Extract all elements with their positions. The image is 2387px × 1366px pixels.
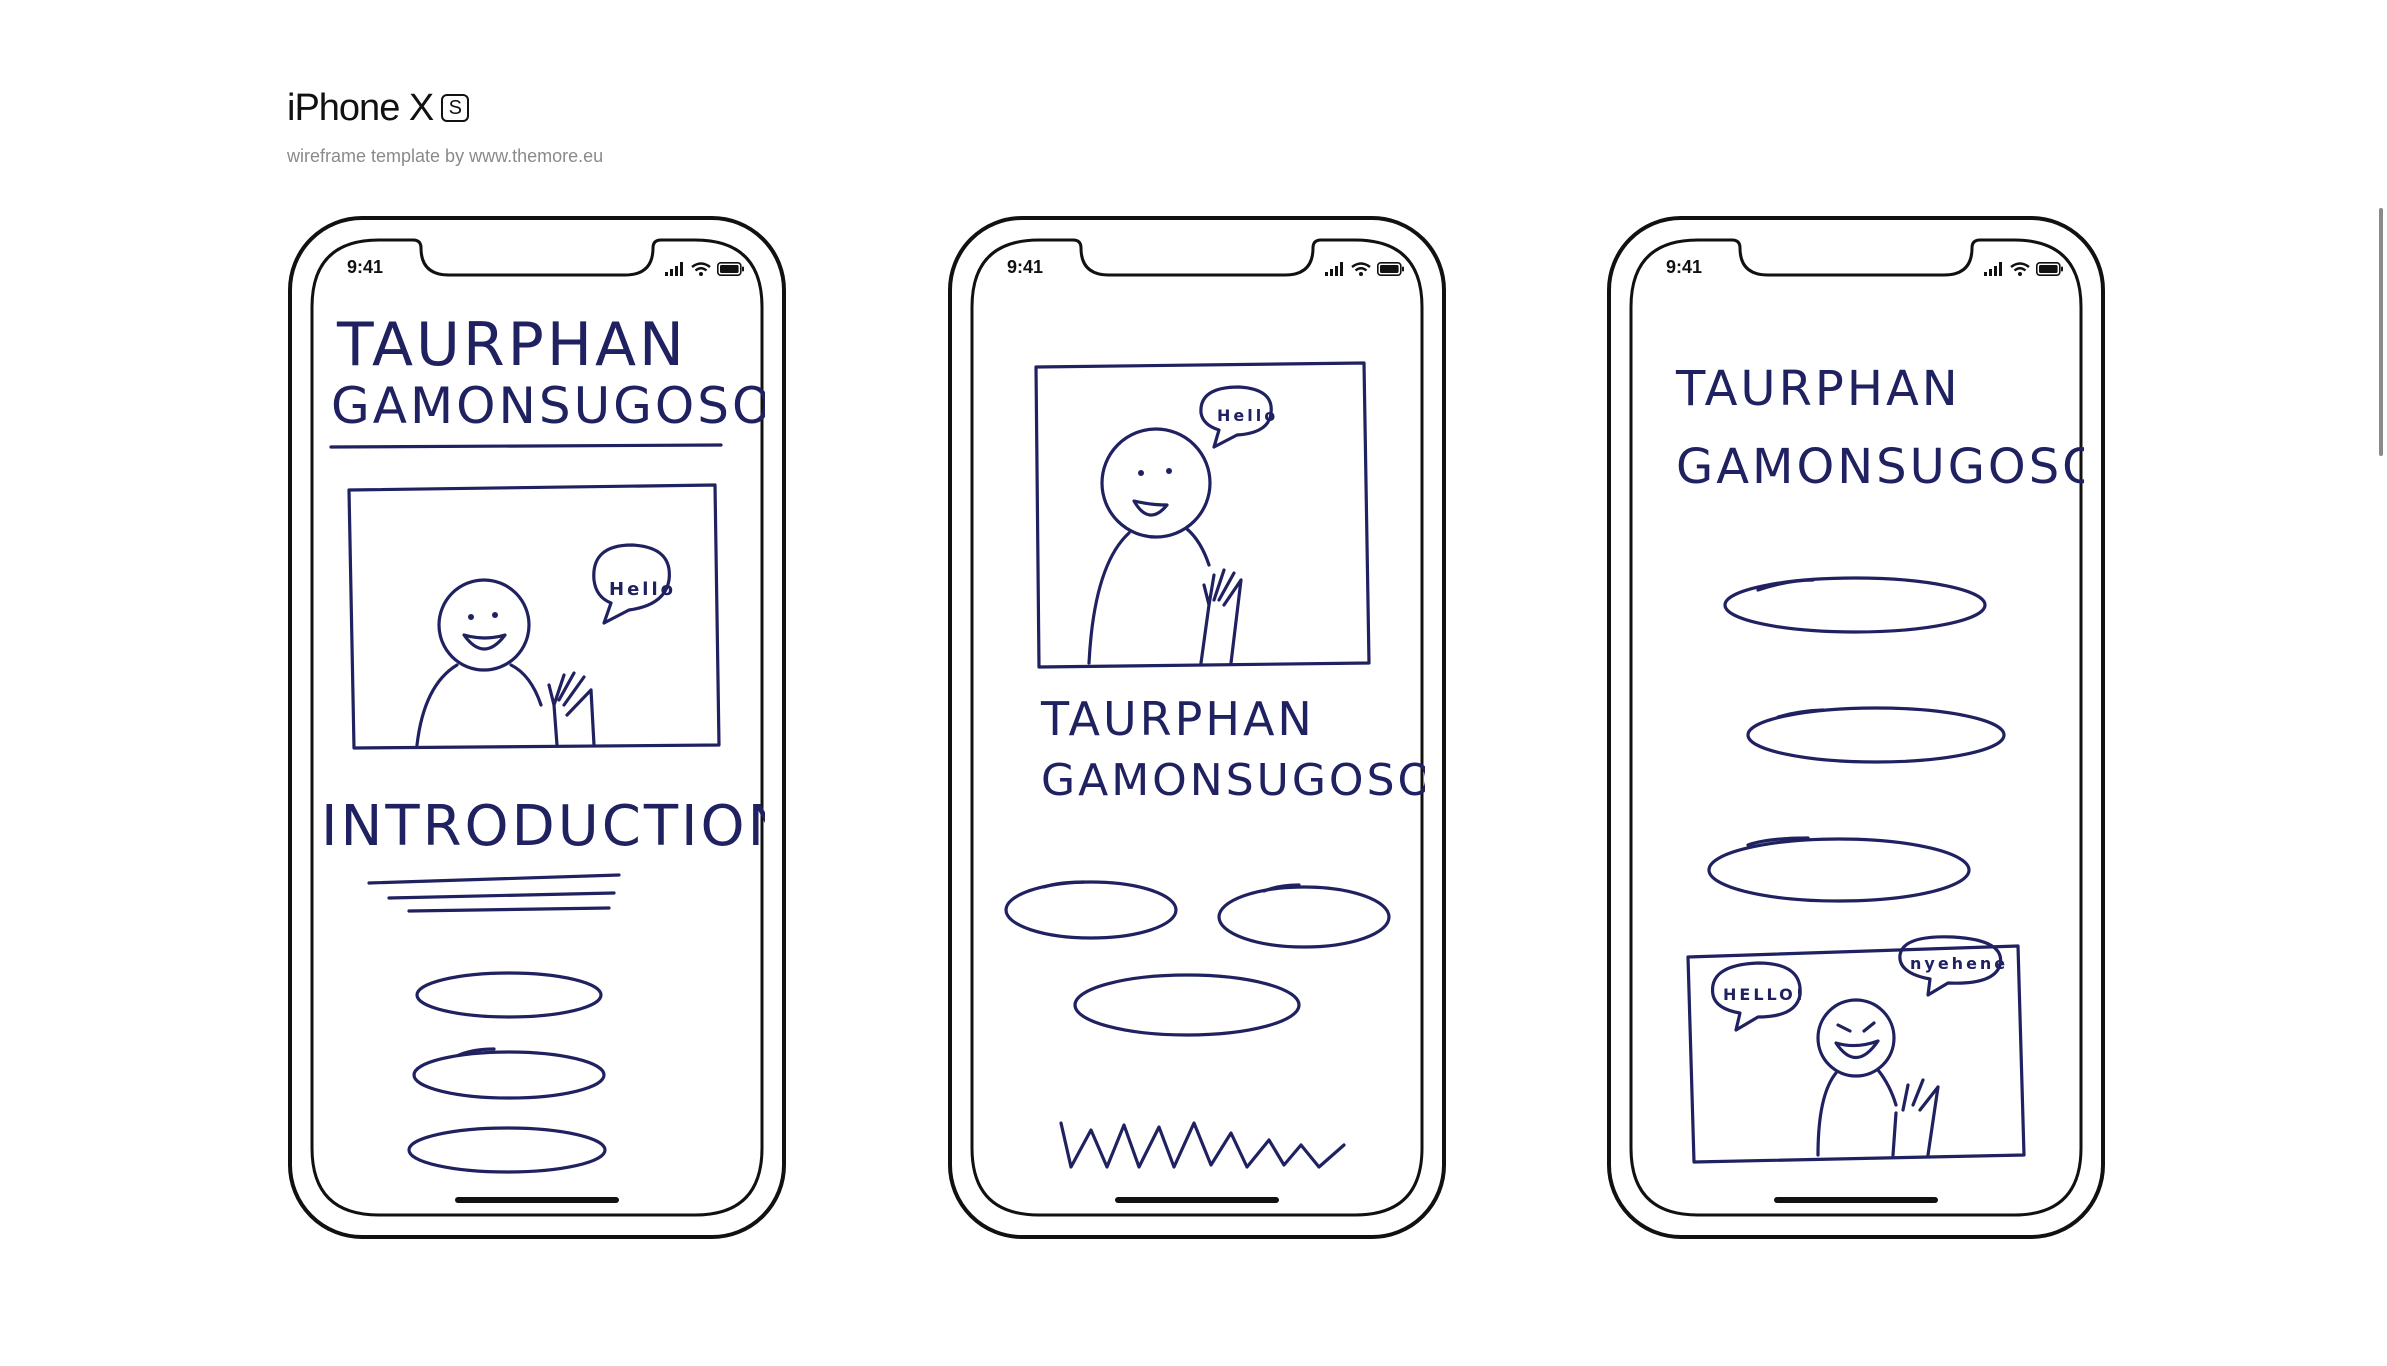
section-heading: INTRODUCTION bbox=[321, 794, 765, 859]
waving-person-illustration bbox=[415, 543, 671, 747]
sketch-content: TAURPHAN GAMONSUGOSOL Hello INTRODUCTION bbox=[309, 305, 765, 1185]
image-frame bbox=[1686, 944, 2026, 1164]
phone-mockup-2: 9:41 Hello TAURPHAN GAMONSUGOSOL bbox=[947, 215, 1447, 1240]
button-oval bbox=[415, 971, 603, 1019]
status-bar: 9:41 bbox=[287, 257, 787, 281]
title-line2: GAMONSUGOSOL bbox=[331, 377, 765, 435]
button-oval bbox=[1707, 837, 1971, 903]
brand-text: iPhone X bbox=[287, 87, 434, 129]
status-icons bbox=[1325, 259, 1405, 279]
pen-stroke bbox=[1776, 708, 1825, 719]
title-line1: TAURPHAN bbox=[1040, 692, 1315, 746]
home-indicator bbox=[455, 1197, 619, 1203]
cellular-signal-icon bbox=[665, 262, 683, 276]
cellular-signal-icon bbox=[1325, 262, 1343, 276]
text-line bbox=[407, 906, 611, 913]
battery-icon bbox=[1377, 262, 1404, 276]
image-frame bbox=[347, 483, 721, 750]
speech-bubble-text-right: nyehene bbox=[1910, 954, 2008, 973]
status-bar: 9:41 bbox=[947, 257, 1447, 281]
button-oval bbox=[407, 1126, 607, 1174]
wifi-icon bbox=[1351, 262, 1371, 276]
brand-badge: S bbox=[441, 94, 470, 122]
waving-person-illustration bbox=[1087, 385, 1273, 665]
template-header: iPhone X S wireframe template by www.the… bbox=[287, 86, 603, 167]
title-line1: TAURPHAN bbox=[1675, 361, 1961, 417]
button-oval bbox=[1073, 973, 1301, 1037]
button-oval bbox=[412, 1050, 606, 1100]
status-time: 9:41 bbox=[1007, 257, 1044, 277]
speech-bubble-text-left: HELLO! bbox=[1723, 985, 1806, 1004]
phone-mockup-1: 9:41 TAURPHAN GAMONSUGOSOL Hello INTRODU… bbox=[287, 215, 787, 1240]
template-subtitle: wireframe template by www.themore.eu bbox=[287, 146, 604, 166]
home-indicator bbox=[1115, 1197, 1279, 1203]
battery-icon bbox=[717, 262, 744, 276]
title-line2: GAMONSUGOSOL bbox=[1676, 439, 2084, 495]
cellular-signal-icon bbox=[1984, 262, 2002, 276]
sketch-drawing: Hello TAURPHAN GAMONSUGOSOL bbox=[1004, 361, 1425, 1169]
status-icons bbox=[665, 259, 745, 279]
text-line bbox=[387, 891, 616, 900]
phone-mockup-3: 9:41 TAURPHAN GAMONSUGOSOL bbox=[1606, 215, 2106, 1240]
title-line1: TAURPHAN bbox=[336, 310, 687, 380]
text-line bbox=[367, 873, 621, 885]
page-scrollbar[interactable] bbox=[2379, 208, 2383, 456]
home-indicator bbox=[1774, 1197, 1938, 1203]
button-oval bbox=[1004, 880, 1178, 940]
status-time: 9:41 bbox=[1666, 257, 1703, 277]
sketch-drawing: TAURPHAN GAMONSUGOSOL Hello INTRODUCTION bbox=[321, 310, 765, 1174]
speech-bubble-text: Hello bbox=[1217, 406, 1278, 425]
sketch-content: TAURPHAN GAMONSUGOSOL HELLO! nyehene bbox=[1628, 305, 2084, 1185]
title-underline bbox=[329, 443, 723, 449]
speech-bubble-text: Hello bbox=[609, 579, 676, 600]
status-time: 9:41 bbox=[347, 257, 384, 277]
status-bar: 9:41 bbox=[1606, 257, 2106, 281]
footer-scribble bbox=[1059, 1121, 1346, 1169]
battery-icon bbox=[2036, 262, 2063, 276]
sketch-content: Hello TAURPHAN GAMONSUGOSOL bbox=[969, 305, 1425, 1185]
title-line2: GAMONSUGOSOL bbox=[1041, 755, 1425, 806]
status-icons bbox=[1984, 259, 2064, 279]
button-oval bbox=[1723, 576, 1987, 634]
brand-logo: iPhone X S bbox=[287, 86, 603, 130]
wifi-icon bbox=[691, 262, 711, 276]
wifi-icon bbox=[2010, 262, 2030, 276]
button-oval bbox=[1217, 885, 1391, 949]
pen-stroke bbox=[1042, 880, 1086, 889]
sketch-drawing: TAURPHAN GAMONSUGOSOL HELLO! nyehene bbox=[1675, 361, 2084, 1164]
